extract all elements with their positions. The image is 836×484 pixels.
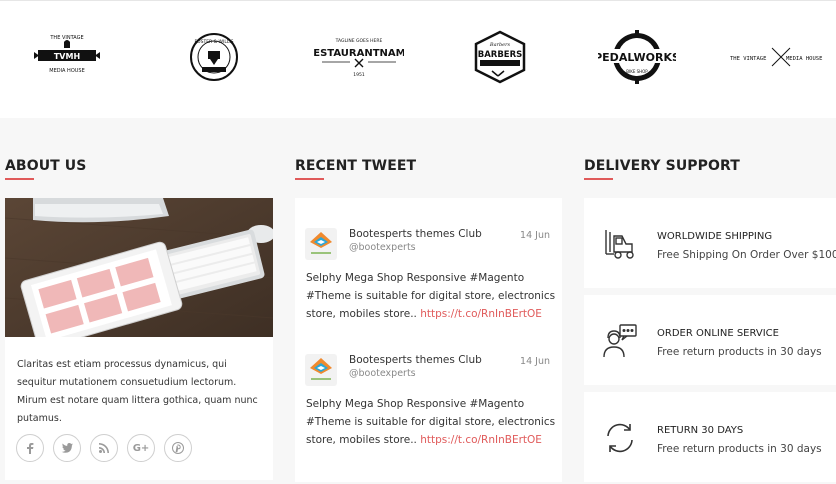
vintage-media-logo-icon: THE VINTAGE MEDIA HOUSE — [730, 47, 822, 67]
bootexperts-avatar-icon — [305, 354, 337, 386]
tweets-card: Bootesperts themes Club @bootexperts 14 … — [295, 198, 562, 482]
tweet-author-handle[interactable]: @bootexperts — [349, 368, 416, 379]
forklift-icon — [602, 226, 638, 262]
svg-text:MEDIA HOUSE: MEDIA HOUSE — [49, 68, 85, 74]
delivery-item-service: ORDER ONLINE SERVICE Free return product… — [584, 295, 836, 385]
tweet-author-name[interactable]: Bootesperts themes Club — [349, 228, 482, 240]
svg-text:PEDALWORKS: PEDALWORKS — [598, 51, 676, 64]
svg-text:BARBERS: BARBERS — [478, 50, 523, 60]
svg-text:TVMH: TVMH — [54, 52, 80, 61]
delivery-item-subtitle: Free Shipping On Order Over $100 — [657, 249, 836, 261]
brand-logo-pedalworks[interactable]: PEDALWORKS BIKE SHOP — [598, 25, 676, 89]
delivery-title: DELIVERY SUPPORT — [584, 158, 740, 174]
delivery-item-shipping: WORLDWIDE SHIPPING Free Shipping On Orde… — [584, 198, 836, 288]
support-agent-icon — [602, 323, 638, 359]
brand-logo-tvmh[interactable]: THE VINTAGE TVMH MEDIA HOUSE — [34, 25, 100, 89]
twitter-icon[interactable] — [53, 434, 81, 462]
tweet-author-name[interactable]: Bootesperts themes Club — [349, 354, 482, 366]
delivery-item-title: RETURN 30 DAYS — [657, 425, 744, 436]
tweet-body: Selphy Mega Shop Responsive #Magento #Th… — [306, 269, 556, 323]
brand-logo-vintage-media-house[interactable]: THE VINTAGE MEDIA HOUSE — [730, 25, 834, 89]
delivery-item-title: WORLDWIDE SHIPPING — [657, 231, 773, 242]
bootexperts-avatar-icon — [305, 228, 337, 260]
about-text: Claritas est etiam processus dynamicus, … — [17, 359, 258, 424]
tweet-date: 14 Jun — [520, 356, 550, 367]
about-title-underline — [5, 178, 34, 180]
tweet-avatar[interactable] — [305, 228, 337, 260]
brand-logo-restaurant[interactable]: TAGLINE GOES HERE RESTAURANTNAME 1951 — [314, 25, 404, 89]
about-title: ABOUT US — [5, 158, 87, 174]
delivery-item-subtitle: Free return products in 30 days — [657, 346, 822, 358]
tweet-link[interactable]: https://t.co/RnInBErtOE — [420, 308, 542, 320]
tweet-link[interactable]: https://t.co/RnInBErtOE — [420, 434, 542, 446]
tweet-avatar[interactable] — [305, 354, 337, 386]
delivery-item-title: ORDER ONLINE SERVICE — [657, 328, 779, 339]
svg-text:1951: 1951 — [353, 72, 365, 78]
svg-text:THE VINTAGE: THE VINTAGE — [730, 56, 766, 62]
pinterest-icon[interactable] — [164, 434, 192, 462]
about-card: Claritas est etiam processus dynamicus, … — [5, 198, 273, 480]
delivery-item-return: RETURN 30 DAYS Free return products in 3… — [584, 392, 836, 482]
tvmh-logo-icon: THE VINTAGE TVMH MEDIA HOUSE — [34, 35, 100, 74]
svg-text:MEDIA HOUSE: MEDIA HOUSE — [786, 56, 822, 62]
barbers-logo-icon: Barbers BARBERS — [474, 30, 526, 84]
tweet-body: Selphy Mega Shop Responsive #Magento #Th… — [306, 395, 556, 449]
brand-logo-barbers[interactable]: Barbers BARBERS — [472, 25, 528, 89]
brand-strip: THE VINTAGE TVMH MEDIA HOUSE FOSTER & WI… — [0, 0, 836, 118]
return-arrows-icon — [602, 420, 638, 456]
svg-text:BIKE SHOP: BIKE SHOP — [626, 69, 648, 74]
tweet-date: 14 Jun — [520, 230, 550, 241]
svg-text:Barbers: Barbers — [489, 42, 511, 48]
foster-willis-logo-icon: FOSTER & WILLIS — [190, 33, 238, 81]
facebook-icon[interactable] — [16, 434, 44, 462]
svg-text:RESTAURANTNAME: RESTAURANTNAME — [314, 48, 404, 59]
delivery-title-underline — [584, 178, 613, 180]
tweet-author-handle[interactable]: @bootexperts — [349, 242, 416, 253]
about-photo — [5, 198, 273, 337]
brand-logo-foster-willis[interactable]: FOSTER & WILLIS — [188, 25, 240, 89]
tweets-title: RECENT TWEET — [295, 158, 417, 174]
pedalworks-logo-icon: PEDALWORKS BIKE SHOP — [598, 30, 676, 84]
svg-text:TAGLINE GOES HERE: TAGLINE GOES HERE — [335, 38, 383, 44]
svg-text:FOSTER & WILLIS: FOSTER & WILLIS — [194, 39, 233, 45]
rss-icon[interactable] — [90, 434, 118, 462]
tweets-title-underline — [295, 178, 324, 180]
google-plus-icon[interactable]: G+ — [127, 434, 155, 462]
restaurant-logo-icon: TAGLINE GOES HERE RESTAURANTNAME 1951 — [314, 38, 404, 78]
delivery-item-subtitle: Free return products in 30 days — [657, 443, 822, 455]
desk-photo-icon — [5, 198, 273, 337]
